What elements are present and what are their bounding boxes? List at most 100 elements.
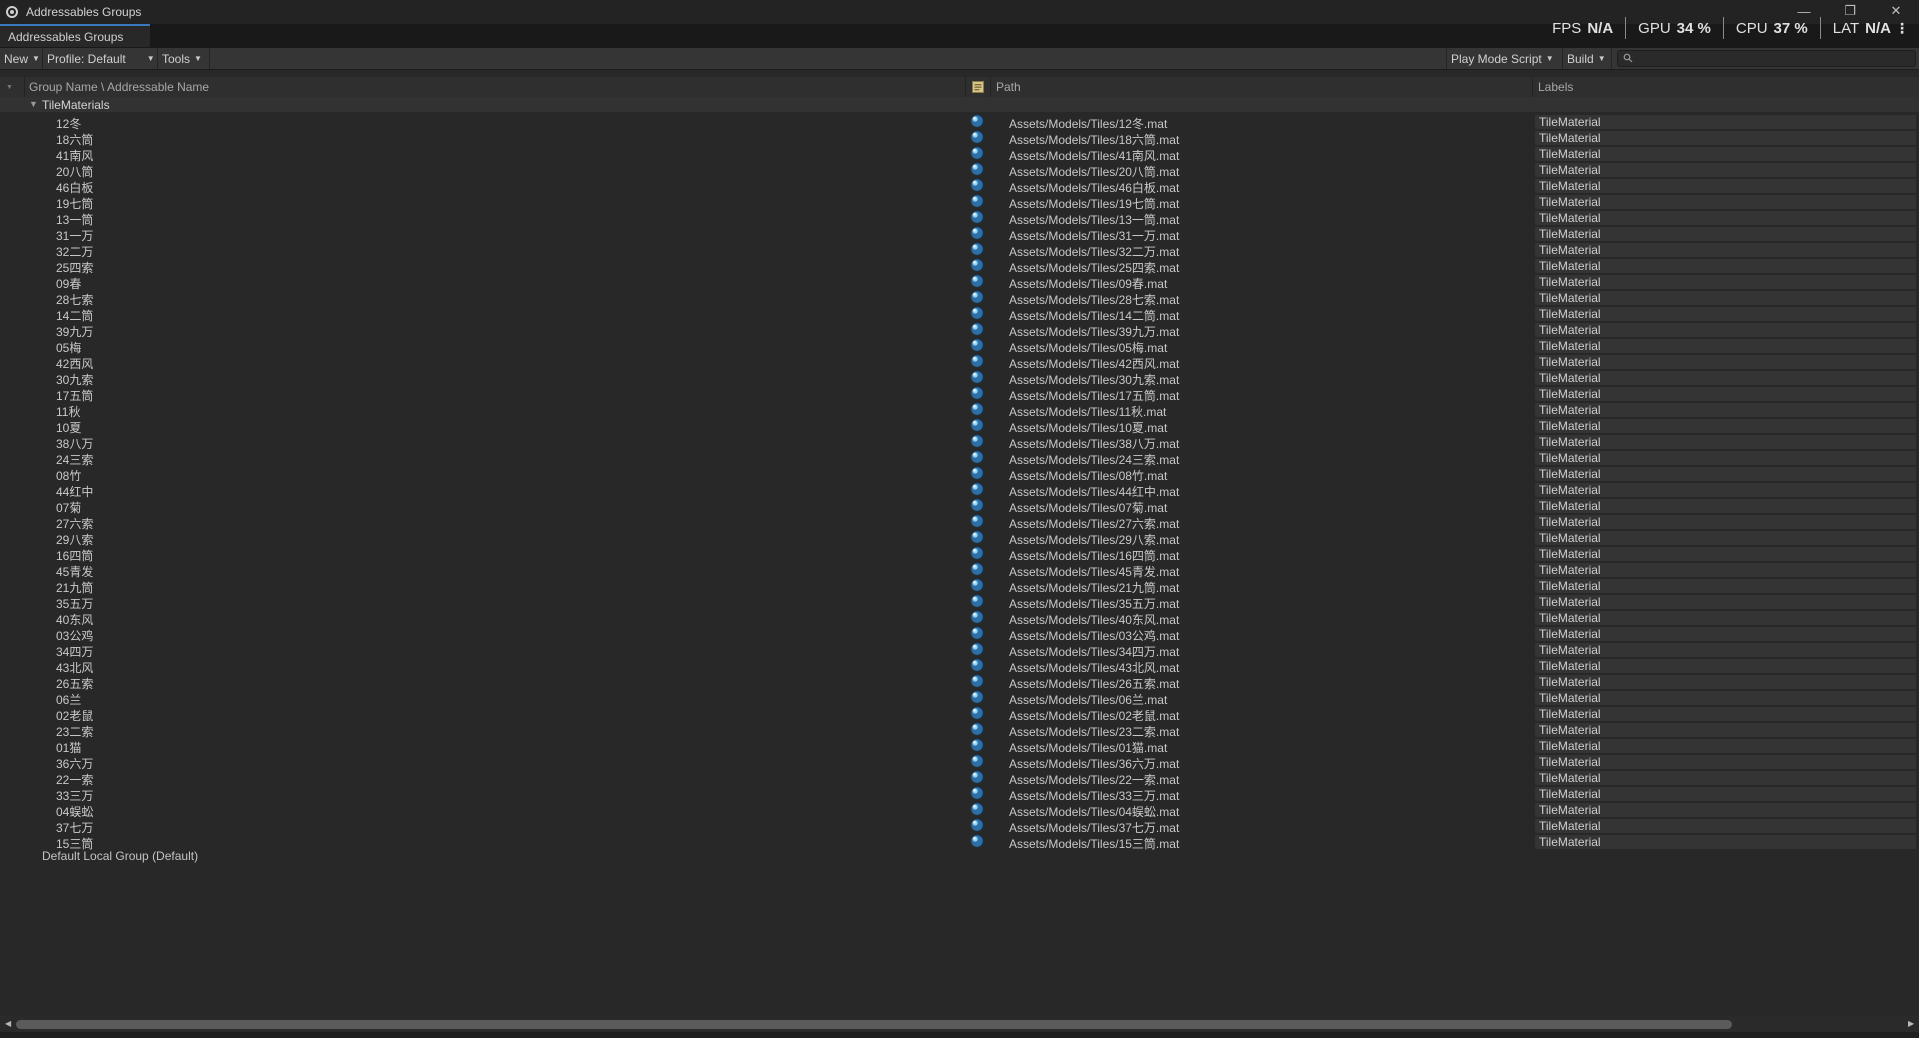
entry-label[interactable]: TileMaterial: [1535, 611, 1916, 625]
column-header-name[interactable]: Group Name \ Addressable Name: [29, 77, 209, 97]
table-row[interactable]: 07菊 Assets/Models/Tiles/07菊.mat TileMateri…: [0, 498, 1919, 515]
entry-label[interactable]: TileMaterial: [1535, 675, 1916, 689]
table-row[interactable]: 12冬 Assets/Models/Tiles/12冬.mat TileMateri…: [0, 114, 1919, 131]
table-row[interactable]: 30九索 Assets/Models/Tiles/30九索.mat TileMate…: [0, 370, 1919, 387]
entry-label[interactable]: TileMaterial: [1535, 339, 1916, 353]
table-row[interactable]: 44红中 Assets/Models/Tiles/44红中.mat TileMate…: [0, 482, 1919, 499]
table-row[interactable]: 31一万 Assets/Models/Tiles/31一万.mat TileMate…: [0, 226, 1919, 243]
table-row[interactable]: 09春 Assets/Models/Tiles/09春.mat TileMateri…: [0, 274, 1919, 291]
horizontal-scrollbar[interactable]: ◀ ▶: [0, 1016, 1919, 1032]
entry-label[interactable]: TileMaterial: [1535, 403, 1916, 417]
table-row[interactable]: 25四索 Assets/Models/Tiles/25四索.mat TileMate…: [0, 258, 1919, 275]
table-row[interactable]: 02老鼠 Assets/Models/Tiles/02老鼠.mat TileMate…: [0, 706, 1919, 723]
entry-label[interactable]: TileMaterial: [1535, 787, 1916, 801]
table-row[interactable]: 36六万 Assets/Models/Tiles/36六万.mat TileMate…: [0, 754, 1919, 771]
search-input[interactable]: [1617, 50, 1916, 67]
entry-label[interactable]: TileMaterial: [1535, 579, 1916, 593]
table-row[interactable]: 08竹 Assets/Models/Tiles/08竹.mat TileMateri…: [0, 466, 1919, 483]
entry-label[interactable]: TileMaterial: [1535, 451, 1916, 465]
table-row[interactable]: 17五筒 Assets/Models/Tiles/17五筒.mat TileMate…: [0, 386, 1919, 403]
entry-label[interactable]: TileMaterial: [1535, 835, 1916, 849]
table-row[interactable]: 45青发 Assets/Models/Tiles/45青发.mat TileMate…: [0, 562, 1919, 579]
play-mode-script-dropdown[interactable]: Play Mode Script ▼: [1446, 48, 1563, 69]
table-row[interactable]: 37七万 Assets/Models/Tiles/37七万.mat TileMate…: [0, 818, 1919, 835]
entry-label[interactable]: TileMaterial: [1535, 131, 1916, 145]
table-row[interactable]: 21九筒 Assets/Models/Tiles/21九筒.mat TileMate…: [0, 578, 1919, 595]
table-row[interactable]: 10夏 Assets/Models/Tiles/10夏.mat TileMateri…: [0, 418, 1919, 435]
entry-label[interactable]: TileMaterial: [1535, 259, 1916, 273]
entry-label[interactable]: TileMaterial: [1535, 595, 1916, 609]
entry-label[interactable]: TileMaterial: [1535, 307, 1916, 321]
entry-label[interactable]: TileMaterial: [1535, 387, 1916, 401]
entry-label[interactable]: TileMaterial: [1535, 419, 1916, 433]
new-dropdown[interactable]: New ▼: [0, 48, 43, 69]
table-row[interactable]: 38八万 Assets/Models/Tiles/38八万.mat TileMate…: [0, 434, 1919, 451]
table-row[interactable]: 19七筒 Assets/Models/Tiles/19七筒.mat TileMate…: [0, 194, 1919, 211]
table-row[interactable]: 41南风 Assets/Models/Tiles/41南风.mat TileMate…: [0, 146, 1919, 163]
table-row[interactable]: 14二筒 Assets/Models/Tiles/14二筒.mat TileMate…: [0, 306, 1919, 323]
entry-label[interactable]: TileMaterial: [1535, 275, 1916, 289]
table-row[interactable]: 11秋 Assets/Models/Tiles/11秋.mat TileMateri…: [0, 402, 1919, 419]
entry-label[interactable]: TileMaterial: [1535, 755, 1916, 769]
entry-label[interactable]: TileMaterial: [1535, 435, 1916, 449]
entry-label[interactable]: TileMaterial: [1535, 803, 1916, 817]
entry-label[interactable]: TileMaterial: [1535, 211, 1916, 225]
group-row-default[interactable]: Default Local Group (Default): [42, 849, 198, 863]
entry-label[interactable]: TileMaterial: [1535, 515, 1916, 529]
table-row[interactable]: 42西风 Assets/Models/Tiles/42西风.mat TileMate…: [0, 354, 1919, 371]
table-row[interactable]: 01猫 Assets/Models/Tiles/01猫.mat TileMateri…: [0, 738, 1919, 755]
table-row[interactable]: 05梅 Assets/Models/Tiles/05梅.mat TileMateri…: [0, 338, 1919, 355]
tools-dropdown[interactable]: Tools ▼: [158, 48, 210, 69]
entry-label[interactable]: TileMaterial: [1535, 163, 1916, 177]
profile-dropdown[interactable]: Profile: Default ▼: [43, 48, 158, 69]
entry-label[interactable]: TileMaterial: [1535, 707, 1916, 721]
table-row[interactable]: 16四筒 Assets/Models/Tiles/16四筒.mat TileMate…: [0, 546, 1919, 563]
entry-label[interactable]: TileMaterial: [1535, 227, 1916, 241]
table-row[interactable]: 34四万 Assets/Models/Tiles/34四万.mat TileMate…: [0, 642, 1919, 659]
table-row[interactable]: 24三索 Assets/Models/Tiles/24三索.mat TileMate…: [0, 450, 1919, 467]
table-row[interactable]: 32二万 Assets/Models/Tiles/32二万.mat TileMate…: [0, 242, 1919, 259]
entry-label[interactable]: TileMaterial: [1535, 115, 1916, 129]
entry-label[interactable]: TileMaterial: [1535, 627, 1916, 641]
column-divider[interactable]: [965, 77, 966, 97]
entry-label[interactable]: TileMaterial: [1535, 691, 1916, 705]
entry-label[interactable]: TileMaterial: [1535, 195, 1916, 209]
column-header-labels[interactable]: Labels: [1538, 77, 1573, 97]
expand-triangle-icon[interactable]: ▼: [29, 99, 38, 109]
entry-label[interactable]: TileMaterial: [1535, 467, 1916, 481]
table-row[interactable]: 46白板 Assets/Models/Tiles/46白板.mat TileMate…: [0, 178, 1919, 195]
entry-label[interactable]: TileMaterial: [1535, 643, 1916, 657]
entry-label[interactable]: TileMaterial: [1535, 547, 1916, 561]
entry-label[interactable]: TileMaterial: [1535, 499, 1916, 513]
scrollbar-thumb[interactable]: [16, 1020, 1732, 1029]
perf-menu-icon[interactable]: ⋮: [1895, 20, 1909, 37]
table-row[interactable]: 04蜈蚣 Assets/Models/Tiles/04蜈蚣.mat TileMate…: [0, 802, 1919, 819]
column-divider[interactable]: [990, 77, 991, 97]
entry-label[interactable]: TileMaterial: [1535, 563, 1916, 577]
entry-label[interactable]: TileMaterial: [1535, 771, 1916, 785]
table-row[interactable]: 15三筒 Assets/Models/Tiles/15三筒.mat TileMate…: [0, 834, 1919, 851]
table-row[interactable]: 03公鸡 Assets/Models/Tiles/03公鸡.mat TileMate…: [0, 626, 1919, 643]
group-row-tilematerials[interactable]: ▼ TileMaterials: [0, 97, 1919, 112]
table-row[interactable]: 28七索 Assets/Models/Tiles/28七索.mat TileMate…: [0, 290, 1919, 307]
table-row[interactable]: 20八筒 Assets/Models/Tiles/20八筒.mat TileMate…: [0, 162, 1919, 179]
entry-label[interactable]: TileMaterial: [1535, 531, 1916, 545]
table-row[interactable]: 13一筒 Assets/Models/Tiles/13一筒.mat TileMate…: [0, 210, 1919, 227]
scroll-right-icon[interactable]: ▶: [1908, 1019, 1914, 1028]
table-row[interactable]: 43北风 Assets/Models/Tiles/43北风.mat TileMate…: [0, 658, 1919, 675]
entry-label[interactable]: TileMaterial: [1535, 723, 1916, 737]
tab-addressables-groups[interactable]: Addressables Groups: [0, 24, 150, 47]
entry-label[interactable]: TileMaterial: [1535, 243, 1916, 257]
table-row[interactable]: 22一索 Assets/Models/Tiles/22一索.mat TileMate…: [0, 770, 1919, 787]
table-row[interactable]: 40东风 Assets/Models/Tiles/40东风.mat TileMate…: [0, 610, 1919, 627]
entry-label[interactable]: TileMaterial: [1535, 323, 1916, 337]
entry-label[interactable]: TileMaterial: [1535, 179, 1916, 193]
entry-label[interactable]: TileMaterial: [1535, 371, 1916, 385]
table-row[interactable]: 18六筒 Assets/Models/Tiles/18六筒.mat TileMate…: [0, 130, 1919, 147]
table-row[interactable]: 26五索 Assets/Models/Tiles/26五索.mat TileMate…: [0, 674, 1919, 691]
entry-label[interactable]: TileMaterial: [1535, 659, 1916, 673]
entry-label[interactable]: TileMaterial: [1535, 819, 1916, 833]
column-divider[interactable]: [1532, 77, 1533, 97]
table-row[interactable]: 29八索 Assets/Models/Tiles/29八索.mat TileMate…: [0, 530, 1919, 547]
table-row[interactable]: 27六索 Assets/Models/Tiles/27六索.mat TileMate…: [0, 514, 1919, 531]
